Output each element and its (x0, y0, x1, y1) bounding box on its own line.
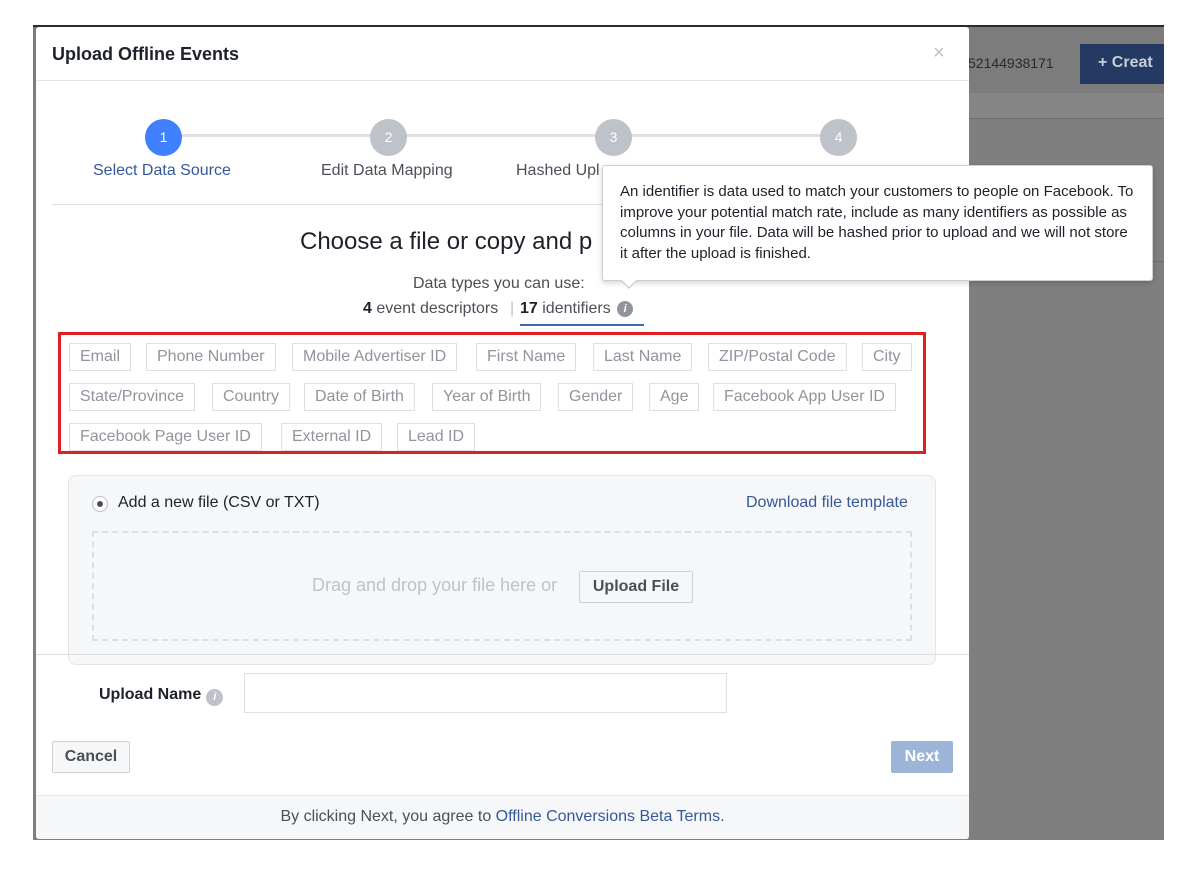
close-icon[interactable]: × (933, 43, 945, 63)
background-create-button[interactable]: + Creat (1080, 44, 1164, 84)
identifier-chip: City (862, 343, 912, 371)
step-2-label[interactable]: Edit Data Mapping (321, 162, 453, 180)
page-heading: Choose a file or copy and p (300, 228, 593, 255)
identifier-chip: Facebook Page User ID (69, 423, 262, 451)
identifier-chip: External ID (281, 423, 383, 451)
add-new-file-label[interactable]: Add a new file (CSV or TXT) (118, 494, 320, 512)
tab-separator: | (510, 300, 515, 317)
identifier-chip: Date of Birth (304, 383, 415, 411)
identifier-chip: Facebook App User ID (713, 383, 896, 411)
info-icon[interactable]: i (206, 689, 224, 706)
data-types-label: Data types you can use: (413, 275, 585, 292)
identifier-chip: Email (69, 343, 132, 371)
info-icon[interactable]: i (617, 301, 634, 317)
upload-name-input[interactable] (244, 673, 727, 713)
background-account-id: 52144938171 (968, 55, 1054, 71)
download-template-link[interactable]: Download file template (746, 494, 908, 512)
add-new-file-radio[interactable] (92, 496, 108, 512)
identifiers-list: Email Phone Number Mobile Advertiser ID … (58, 332, 926, 454)
file-source-panel: Add a new file (CSV or TXT) Download fil… (68, 475, 936, 665)
identifier-chip: Age (649, 383, 700, 411)
identifier-chip: Gender (558, 383, 634, 411)
drop-zone-text: Drag and drop your file here or (312, 575, 558, 595)
identifier-tooltip: An identifier is data used to match your… (602, 165, 1153, 281)
identifier-chip: Last Name (593, 343, 693, 371)
step-connector (165, 134, 371, 137)
cancel-button[interactable]: Cancel (52, 741, 130, 773)
identifiers-text: identifiers (542, 300, 611, 317)
step-3-label[interactable]: Hashed Upl (516, 162, 600, 180)
next-button[interactable]: Next (891, 741, 953, 773)
tab-identifiers[interactable]: 17 identifiers i (520, 300, 644, 326)
file-drop-zone[interactable]: Drag and drop your file here or Upload F… (92, 531, 912, 641)
footer-suffix: . (720, 808, 725, 825)
identifier-chip: First Name (476, 343, 577, 371)
tab-event-descriptors[interactable]: 4 event descriptors (363, 300, 498, 318)
identifier-chip: Phone Number (146, 343, 276, 371)
identifiers-count: 17 (520, 300, 538, 317)
form-divider (36, 654, 969, 655)
upload-file-button[interactable]: Upload File (579, 571, 693, 603)
identifier-chip: Country (212, 383, 291, 411)
step-3-indicator[interactable]: 3 (595, 119, 632, 156)
identifier-chip: ZIP/Postal Code (708, 343, 847, 371)
terms-link[interactable]: Offline Conversions Beta Terms (496, 808, 720, 825)
identifier-chip: Year of Birth (432, 383, 542, 411)
identifier-chip: Mobile Advertiser ID (292, 343, 458, 371)
background-row (968, 93, 1164, 119)
identifier-chip: State/Province (69, 383, 196, 411)
upload-name-label: Upload Name i (99, 686, 224, 706)
step-connector (614, 134, 821, 137)
tooltip-arrow (620, 279, 638, 289)
step-1-label[interactable]: Select Data Source (93, 162, 231, 180)
upload-name-text: Upload Name (99, 686, 202, 703)
upload-offline-events-dialog: Upload Offline Events × 1 2 3 4 Select D… (36, 27, 969, 839)
identifier-chip: Lead ID (397, 423, 476, 451)
footer-text: By clicking Next, you agree to (280, 808, 496, 825)
step-connector (389, 134, 596, 137)
modal-header: Upload Offline Events × (36, 27, 969, 81)
modal-title: Upload Offline Events (52, 44, 240, 64)
terms-footer: By clicking Next, you agree to Offline C… (36, 795, 969, 839)
step-2-indicator[interactable]: 2 (370, 119, 407, 156)
event-descriptors-text: event descriptors (376, 300, 499, 317)
step-1-indicator[interactable]: 1 (145, 119, 182, 156)
step-4-indicator[interactable]: 4 (820, 119, 857, 156)
event-descriptors-count: 4 (363, 300, 372, 317)
